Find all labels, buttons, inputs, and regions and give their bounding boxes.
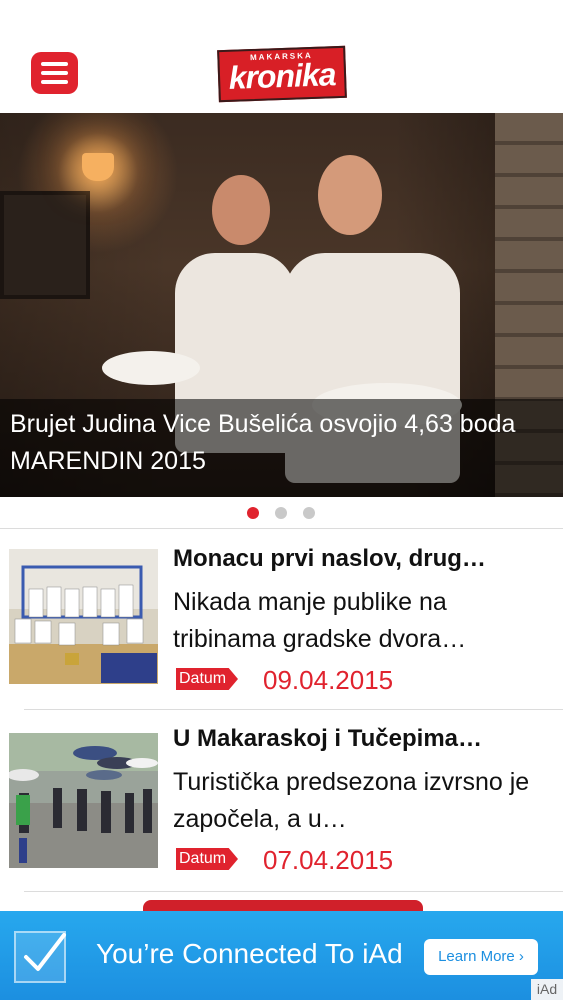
site-logo[interactable]: MAKARSKA kronika <box>217 45 347 103</box>
article-item[interactable]: U Makaraskoj i Tučepima… Turistička pred… <box>0 709 563 889</box>
hero-caption-bar: Brujet Judina Vice Bušelića osvojio 4,63… <box>0 399 563 497</box>
date-label-tag: Datum <box>176 668 238 690</box>
article-thumbnail <box>9 549 158 684</box>
iad-banner[interactable]: You’re Connected To iAd Learn More › iAd <box>0 911 563 1000</box>
app-header: MAKARSKA kronika <box>0 0 563 113</box>
learn-more-button[interactable]: Learn More › <box>424 939 538 975</box>
hero-person-right-head <box>318 155 382 235</box>
page-dot-2[interactable] <box>275 507 287 519</box>
article-date: 09.04.2015 <box>263 665 394 695</box>
hero-wall-frame <box>0 191 90 299</box>
article-thumbnail <box>9 733 158 868</box>
iad-badge: iAd <box>531 979 563 1000</box>
ad-message: You’re Connected To iAd <box>96 938 403 969</box>
checkmark-icon <box>14 931 66 983</box>
page-dot-1[interactable] <box>247 507 259 519</box>
page-dot-3[interactable] <box>303 507 315 519</box>
logo-text: kronika <box>228 56 337 96</box>
article-title[interactable]: U Makaraskoj i Tučepima… <box>173 725 553 753</box>
menu-button[interactable] <box>31 52 78 94</box>
hero-lamp <box>82 153 114 181</box>
slider-page-indicator[interactable] <box>0 505 563 521</box>
article-summary: Turistička predsezona izvrsno je započel… <box>173 768 530 833</box>
article-item[interactable]: Monacu prvi naslov, drug… Nikada manje p… <box>0 529 563 709</box>
article-date: 07.04.2015 <box>263 845 394 875</box>
featured-slider[interactable]: Brujet Judina Vice Bušelića osvojio 4,63… <box>0 113 563 497</box>
hero-person-left-head <box>212 175 270 245</box>
hero-caption: Brujet Judina Vice Bušelića osvojio 4,63… <box>10 410 516 475</box>
divider <box>24 891 563 892</box>
date-label-tag: Datum <box>176 848 238 870</box>
article-title[interactable]: Monacu prvi naslov, drug… <box>173 545 553 573</box>
hero-plate-left <box>102 351 200 385</box>
article-summary: Nikada manje publike na tribinama gradsk… <box>173 588 467 653</box>
